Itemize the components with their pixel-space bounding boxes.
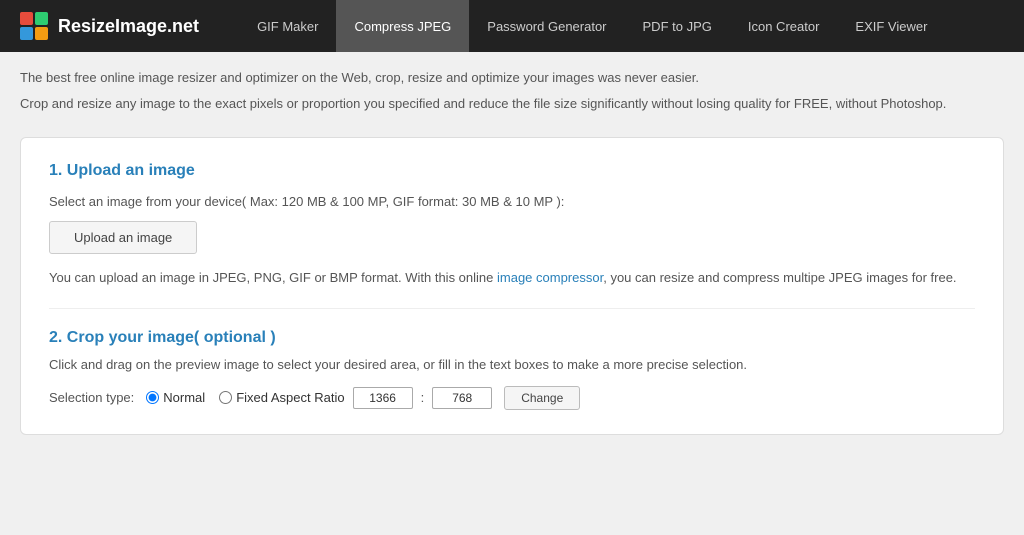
intro-text-1: The best free online image resizer and o… — [20, 70, 699, 85]
radio-normal-input[interactable] — [146, 391, 159, 404]
nav-item-compress-jpeg[interactable]: Compress JPEG — [336, 0, 469, 52]
intro-line1: The best free online image resizer and o… — [20, 68, 1004, 88]
nav-item-icon-creator[interactable]: Icon Creator — [730, 0, 838, 52]
upload-note-text1: You can upload an image in JPEG, PNG, GI… — [49, 270, 497, 285]
upload-image-button[interactable]: Upload an image — [49, 221, 197, 254]
section-upload: 1. Upload an image Select an image from … — [49, 162, 975, 288]
upload-note: You can upload an image in JPEG, PNG, GI… — [49, 268, 975, 288]
main-nav: GIF Maker Compress JPEG Password Generat… — [239, 0, 1004, 52]
header: ResizeImage.net GIF Maker Compress JPEG … — [0, 0, 1024, 52]
radio-normal-label: Normal — [163, 390, 205, 405]
section1-title: 1. Upload an image — [49, 162, 975, 180]
selection-type-label: Selection type: — [49, 390, 134, 405]
section2-title: 2. Crop your image( optional ) — [49, 329, 975, 347]
change-button[interactable]: Change — [504, 386, 580, 410]
main-content: The best free online image resizer and o… — [0, 52, 1024, 535]
selection-row: Selection type: Normal Fixed Aspect Rati… — [49, 386, 975, 410]
radio-aspect-option[interactable]: Fixed Aspect Ratio — [219, 390, 344, 405]
nav-item-exif-viewer[interactable]: EXIF Viewer — [837, 0, 945, 52]
radio-normal-option[interactable]: Normal — [146, 390, 205, 405]
upload-note-text2: , you can resize and compress multipe JP… — [603, 270, 956, 285]
section-divider — [49, 308, 975, 309]
nav-item-password-generator[interactable]: Password Generator — [469, 0, 624, 52]
section2-desc: Click and drag on the preview image to s… — [49, 357, 975, 372]
radio-aspect-label: Fixed Aspect Ratio — [236, 390, 344, 405]
logo-area: ResizeImage.net — [20, 12, 199, 40]
intro-line2: Crop and resize any image to the exact p… — [20, 94, 1004, 114]
logo-sq2 — [35, 12, 48, 25]
logo-sq3 — [20, 27, 33, 40]
logo-icon — [20, 12, 48, 40]
coord-height-input[interactable] — [432, 387, 492, 409]
radio-group: Normal Fixed Aspect Ratio — [146, 390, 344, 405]
section-crop: 2. Crop your image( optional ) Click and… — [49, 329, 975, 410]
coord-width-input[interactable] — [353, 387, 413, 409]
nav-item-pdf-to-jpg[interactable]: PDF to JPG — [625, 0, 730, 52]
tool-card: 1. Upload an image Select an image from … — [20, 137, 1004, 435]
logo-text: ResizeImage.net — [58, 16, 199, 37]
image-compressor-link[interactable]: image compressor — [497, 270, 603, 285]
logo-sq1 — [20, 12, 33, 25]
intro-text-2: Crop and resize any image to the exact p… — [20, 96, 946, 111]
section1-desc: Select an image from your device( Max: 1… — [49, 194, 975, 209]
logo-sq4 — [35, 27, 48, 40]
nav-item-gif-maker[interactable]: GIF Maker — [239, 0, 336, 52]
radio-aspect-input[interactable] — [219, 391, 232, 404]
coord-separator: : — [421, 390, 425, 405]
